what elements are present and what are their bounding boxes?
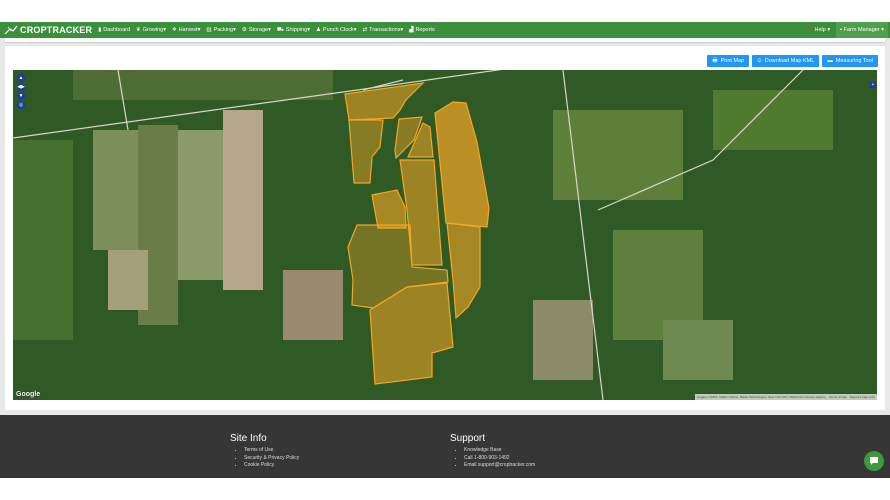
nav-item-label: Transactions (369, 27, 401, 33)
satellite-map[interactable]: ▲ ◀▶ ▼ ◎ + Google Imagery ©2019, CNES / … (13, 70, 877, 400)
map-pan-controls: ▲ ◀▶ ▼ ◎ (17, 74, 25, 109)
report-error-link[interactable]: Report a map error (850, 395, 875, 399)
nav-item-harvest[interactable]: ✲ Harvest ▾ (172, 27, 200, 34)
exchange-icon: ⇄ (362, 27, 368, 33)
ruler-icon: ▬ (827, 58, 833, 64)
terms-link[interactable]: Terms of Use (829, 395, 847, 399)
user-menu[interactable]: ▪ Farm Manager ▾ (836, 22, 888, 38)
terms-of-use-link[interactable]: Terms of Use (244, 447, 299, 455)
nav-item-storage[interactable]: ⚙ Storage ▾ (242, 27, 271, 34)
chat-icon (870, 457, 878, 465)
privacy-policy-link[interactable]: Security & Privacy Policy (244, 455, 299, 463)
site-info-section: Site Info Terms of Use Security & Privac… (230, 433, 299, 470)
chevron-down-icon: ▾ (197, 27, 201, 33)
nav-item-packing[interactable]: ▥ Packing ▾ (206, 27, 236, 34)
storage-icon: ⚙ (241, 27, 247, 33)
nav-item-label: Storage (248, 27, 269, 33)
nav-item-punch-clock[interactable]: ♟ Punch Clock ▾ (316, 27, 357, 34)
nav-item-dashboard[interactable]: ▮ Dashboard (98, 27, 130, 34)
chat-button[interactable] (864, 451, 884, 471)
knowledge-base-link[interactable]: Knowledge Base (464, 447, 535, 455)
nav-item-label: Harvest (178, 27, 198, 33)
harvest-icon: ✲ (172, 27, 177, 33)
chevron-down-icon: ▾ (307, 27, 310, 33)
top-navbar: CROPTRACKER ▮ Dashboard ❦ Growing ▾ ✲ Harvest… (0, 22, 890, 38)
help-label: Help (814, 27, 826, 33)
dashboard-icon: ▮ (98, 27, 102, 33)
support-section: Support Knowledge Base Call 1-800-903-14… (450, 433, 535, 470)
user-icon: ♟ (315, 27, 321, 33)
cookie-policy-link[interactable]: Cookie Policy (244, 462, 299, 470)
pan-up-icon[interactable]: ▲ (17, 74, 25, 82)
download-icon: ⊙ (757, 58, 762, 64)
user-label: Farm Manager (843, 27, 880, 33)
nav-item-label: Growing (142, 27, 164, 33)
expand-icon[interactable]: + (870, 82, 876, 88)
header-strip (5, 38, 885, 42)
nav-item-transactions[interactable]: ⇄ Transactions ▾ (363, 27, 404, 34)
support-heading: Support (450, 433, 486, 444)
imagery-credit: Imagery ©2019, CNES / Airbus, Maxar Tech… (696, 395, 826, 399)
pan-left-right-icon[interactable]: ◀▶ (17, 83, 25, 91)
nav-item-label: Punch Clock (322, 27, 354, 33)
nav-item-label: Packing (213, 27, 234, 33)
map-attribution: Imagery ©2019, CNES / Airbus, Maxar Tech… (694, 394, 877, 400)
nav-item-growing[interactable]: ❦ Growing ▾ (136, 27, 166, 34)
help-icon: ❓ (805, 27, 813, 33)
footer: Site Info Terms of Use Security & Privac… (0, 415, 890, 478)
map-toolbar: 🖶 Print Map ⊙ Download Map KML ▬ Measuring … (707, 55, 878, 67)
download-kml-button[interactable]: ⊙ Download Map KML (752, 55, 820, 67)
print-icon: 🖶 (712, 57, 718, 64)
brand-logo[interactable]: CROPTRACKER (4, 25, 92, 35)
logo-icon (4, 25, 18, 35)
nav-item-label: Shipping (285, 27, 308, 33)
nav-item-reports[interactable]: ▟ Reports (409, 27, 435, 34)
chevron-down-icon: ▾ (163, 27, 167, 33)
brand-name: CROPTRACKER (20, 25, 93, 35)
print-map-button[interactable]: 🖶 Print Map (707, 55, 750, 67)
download-kml-label: Download Map KML (764, 58, 815, 64)
chevron-down-icon: ▾ (353, 27, 357, 33)
nav-item-shipping[interactable]: ⛟ Shipping ▾ (277, 27, 310, 34)
chevron-down-icon: ▾ (400, 27, 404, 33)
nav-item-label: Reports (415, 27, 435, 33)
print-map-label: Print Map (720, 58, 745, 64)
help-menu[interactable]: ❓ Help ▾ (806, 27, 830, 33)
measuring-tool-label: Measuring Tool (835, 58, 873, 64)
map-imagery (13, 70, 877, 400)
google-logo: Google (16, 391, 41, 398)
chevron-down-icon: ▾ (268, 27, 271, 33)
nav-item-label: Dashboard (103, 27, 131, 33)
phone-number: Call 1-800-903-1492 (464, 455, 535, 463)
leaf-icon: ❦ (136, 27, 141, 33)
locate-icon[interactable]: ◎ (17, 101, 25, 109)
packing-icon: ▥ (206, 27, 212, 33)
measuring-tool-button[interactable]: ▬ Measuring Tool (822, 55, 878, 67)
pan-down-icon[interactable]: ▼ (17, 92, 25, 100)
support-email-link[interactable]: Email support@croptracker.com (464, 462, 535, 470)
chevron-down-icon: ▾ (233, 27, 236, 33)
truck-icon: ⛟ (276, 26, 284, 33)
chart-icon: ▟ (409, 27, 414, 33)
site-info-heading: Site Info (230, 433, 267, 444)
